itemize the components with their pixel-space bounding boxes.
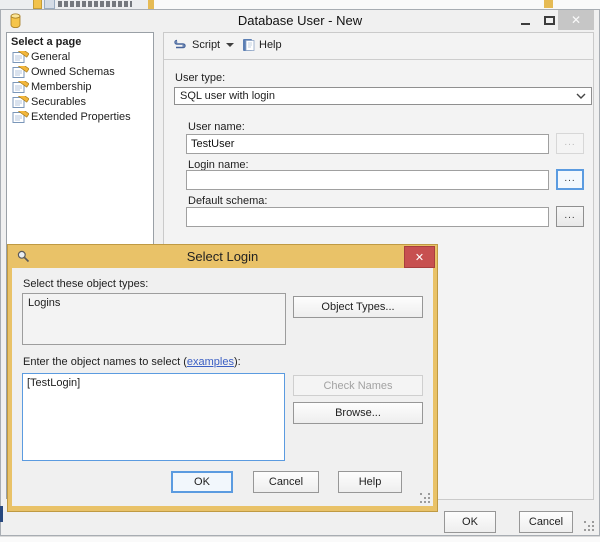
dialog-help-button[interactable]: Help [338,471,402,493]
sidebar-item-label: General [31,51,71,63]
background-page-icon [44,0,55,9]
examples-link[interactable]: examples [187,356,234,368]
check-names-button[interactable]: Check Names [293,375,423,396]
object-types-value: Logins [28,297,61,309]
sidebar-item-label: Securables [31,96,87,108]
user-type-value: SQL user with login [180,90,275,102]
object-names-box[interactable]: [TestLogin] [22,373,285,461]
background-gold-fragment [544,0,553,8]
select-login-title-bar[interactable]: Select Login ✕ [8,245,437,268]
background-blue-fragment [0,506,3,522]
minimize-button[interactable] [513,10,537,30]
background-tree-icon [33,0,42,9]
close-button[interactable]: ✕ [558,10,594,30]
object-types-box[interactable]: Logins [22,293,286,345]
login-name-browse-button[interactable]: ... [556,169,584,190]
object-names-label: Enter the object names to select (exampl… [23,356,241,368]
script-icon [174,39,186,49]
dialog-resize-grip[interactable] [420,493,432,505]
window-resize-grip[interactable] [584,521,596,533]
close-icon: ✕ [570,13,582,27]
screen: Database User - New ✕ Select a page Gene… [0,0,600,542]
user-name-label: User name: [188,121,245,133]
browse-button[interactable]: Browse... [293,402,423,424]
magnifier-icon [17,250,30,263]
maximize-icon [543,15,555,25]
sidebar-item-securables[interactable]: Securables [7,96,153,110]
login-name-input[interactable] [186,170,549,190]
page-pencil-icon [12,66,29,78]
background-window-fragment [0,0,600,9]
page-pencil-icon [12,96,29,108]
background-panel-fragment [153,0,600,9]
object-types-button[interactable]: Object Types... [293,296,423,318]
page-pencil-icon [12,51,29,63]
page-pencil-icon [12,111,29,123]
ok-button[interactable]: OK [444,511,496,533]
minimize-icon [520,23,530,25]
select-login-title: Select Login [186,249,259,264]
page-pencil-icon [12,81,29,93]
sidebar-item-membership[interactable]: Membership [7,81,153,95]
select-login-close-button[interactable]: ✕ [404,246,435,268]
default-schema-label: Default schema: [188,195,268,207]
sidebar-item-label: Extended Properties [31,111,131,123]
object-types-label: Select these object types: [23,278,149,290]
background-clipped-text [58,1,132,7]
script-dropdown-arrow-icon [226,43,235,47]
sidebar-item-label: Membership [31,81,92,93]
sidebar-header: Select a page [11,36,82,48]
sidebar-item-owned-schemas[interactable]: Owned Schemas [7,66,153,80]
user-name-browse-button[interactable]: ... [556,133,584,154]
sidebar-item-general[interactable]: General [7,51,153,65]
maximize-button[interactable] [539,10,559,30]
user-type-dropdown[interactable]: SQL user with login [174,87,592,105]
help-button[interactable]: Help [242,38,282,52]
help-label: Help [259,39,282,51]
close-icon: ✕ [414,251,425,264]
object-names-label-prefix: Enter the object names to select ( [23,356,187,368]
background-gold-fragment [148,0,154,9]
toolbar: Script Help [164,33,593,60]
object-names-value: [TestLogin] [27,377,81,389]
select-login-body: Select these object types: Logins Object… [12,268,433,506]
default-schema-input[interactable] [186,207,549,227]
cancel-button[interactable]: Cancel [519,511,573,533]
dialog-cancel-button[interactable]: Cancel [253,471,319,493]
title-bar[interactable]: Database User - New ✕ [1,10,599,32]
script-button[interactable]: Script [172,38,235,52]
object-names-label-suffix: ): [233,356,241,368]
user-name-input[interactable] [186,134,549,154]
user-type-label: User type: [175,72,226,84]
sidebar-item-extended-properties[interactable]: Extended Properties [7,111,153,125]
select-login-dialog: Select Login ✕ Select these object types… [7,244,438,512]
help-icon [243,39,255,51]
script-label: Script [192,39,221,51]
database-icon [10,13,21,29]
chevron-down-icon [576,93,586,99]
dialog-ok-button[interactable]: OK [171,471,233,493]
sidebar-item-label: Owned Schemas [31,66,115,78]
window-title: Database User - New [237,13,363,28]
page-bottom-strip [0,536,600,542]
default-schema-browse-button[interactable]: ... [556,206,584,227]
